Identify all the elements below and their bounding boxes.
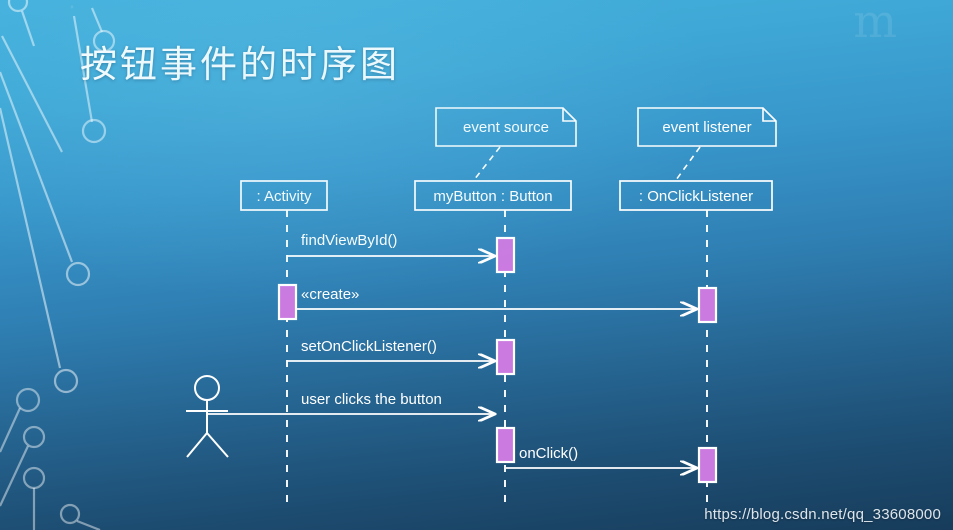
slide-canvas: m 按钮事件的时序图 event source event listener:… — [0, 0, 953, 530]
message-onclick: onClick() — [506, 445, 697, 468]
message-setonclicklistener: setOnClickListener() — [287, 338, 495, 361]
note-event-listener: event listener — [637, 107, 777, 181]
message-user-clicks-label: user clicks the button — [301, 391, 442, 408]
activation-activity-create — [277, 283, 298, 321]
message-user-clicks: user clicks the button — [207, 391, 495, 414]
lifeline-onclicklistener[interactable]: : OnClickListener — [619, 180, 773, 504]
uml-sequence-diagram: event source event listener : Activity m… — [186, 107, 777, 504]
message-setonclicklistener-label: setOnClickListener() — [301, 338, 437, 355]
message-findviewbyid-label: findViewById() — [301, 232, 397, 249]
message-create-label: «create» — [301, 286, 359, 303]
activation-listener-onclick — [697, 446, 718, 484]
lifeline-mybutton-label: myButton : Button — [433, 188, 552, 205]
lifeline-activity-label: : Activity — [256, 188, 312, 205]
lifeline-onclicklistener-label: : OnClickListener — [639, 188, 753, 205]
message-findviewbyid: findViewById() — [287, 232, 495, 256]
activation-button-setonclicklistener — [495, 338, 516, 376]
note-event-source-label: event source — [463, 119, 549, 136]
activation-listener-create — [697, 286, 718, 324]
activation-button-click — [495, 426, 516, 464]
activation-button-findviewbyid — [495, 236, 516, 274]
note-event-listener-label: event listener — [662, 119, 751, 136]
blog-url-watermark: https://blog.csdn.net/qq_33608000 — [704, 506, 941, 523]
actor-user — [186, 375, 229, 458]
note-event-source: event source — [435, 107, 577, 181]
activation-bars — [277, 236, 718, 484]
message-onclick-label: onClick() — [519, 445, 578, 462]
message-create: «create» — [288, 286, 697, 309]
